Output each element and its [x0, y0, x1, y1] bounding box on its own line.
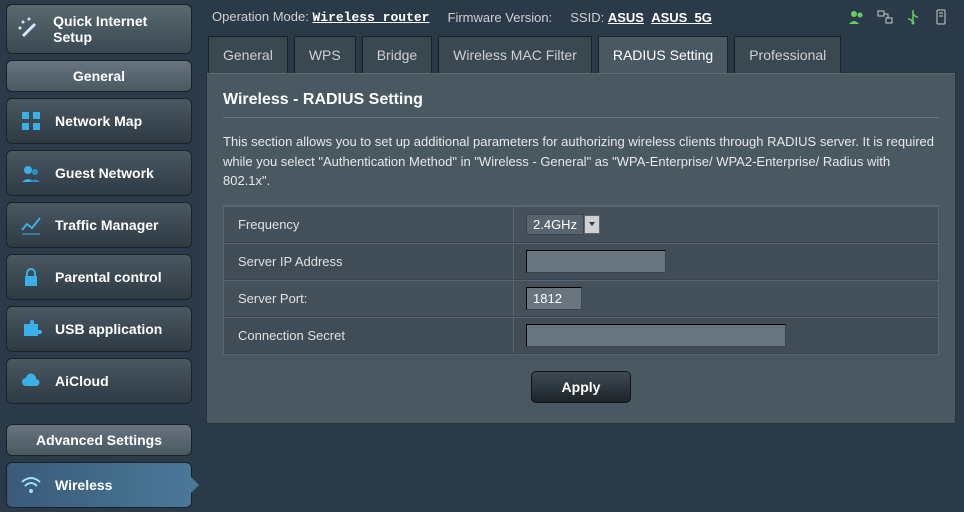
sidebar-item-label: Network Map — [55, 113, 142, 129]
ssid-label: SSID: — [570, 10, 604, 25]
sidebar-item-label: AiCloud — [55, 373, 109, 389]
sidebar-section-advanced: Advanced Settings — [6, 424, 192, 456]
quick-internet-setup-button[interactable]: Quick Internet Setup — [6, 4, 192, 54]
panel-title: Wireless - RADIUS Setting — [223, 91, 939, 118]
frequency-label: Frequency — [224, 207, 514, 242]
server-port-label: Server Port: — [224, 281, 514, 316]
firmware-label: Firmware Version: — [448, 10, 553, 25]
server-ip-input[interactable] — [526, 250, 666, 273]
wifi-icon — [19, 473, 43, 497]
server-port-input[interactable] — [526, 287, 582, 310]
sidebar-section-general: General — [6, 60, 192, 92]
apply-button[interactable]: Apply — [531, 371, 632, 403]
lock-icon — [19, 265, 43, 289]
puzzle-icon — [19, 317, 43, 341]
sidebar-item-label: Traffic Manager — [55, 217, 158, 233]
sidebar-item-parental-control[interactable]: Parental control — [6, 254, 192, 300]
top-status-bar: Operation Mode: Wireless router Firmware… — [206, 4, 956, 36]
network-status-icon[interactable] — [876, 8, 894, 26]
frequency-select[interactable]: 2.4GHz — [526, 214, 600, 235]
chevron-down-icon — [584, 215, 600, 234]
tab-mac-filter[interactable]: Wireless MAC Filter — [438, 36, 592, 73]
users-icon[interactable] — [848, 8, 866, 26]
sidebar-item-wireless[interactable]: Wireless — [6, 462, 192, 508]
sidebar-item-traffic-manager[interactable]: Traffic Manager — [6, 202, 192, 248]
device-icon[interactable] — [932, 8, 950, 26]
traffic-manager-icon — [19, 213, 43, 237]
usb-icon[interactable] — [904, 8, 922, 26]
sidebar-item-usb-application[interactable]: USB application — [6, 306, 192, 352]
op-mode-label: Operation Mode: — [212, 9, 309, 24]
sidebar-item-label: Wireless — [55, 477, 112, 493]
tab-radius-setting[interactable]: RADIUS Setting — [598, 36, 728, 73]
network-map-icon — [19, 109, 43, 133]
tab-bridge[interactable]: Bridge — [362, 36, 432, 73]
connection-secret-input[interactable] — [526, 324, 786, 347]
guest-network-icon — [19, 161, 43, 185]
sidebar-item-label: Guest Network — [55, 165, 154, 181]
ssid-1[interactable]: ASUS — [608, 10, 644, 25]
settings-panel: Wireless - RADIUS Setting This section a… — [206, 72, 956, 424]
ssid-2[interactable]: ASUS_5G — [651, 10, 712, 25]
panel-description: This section allows you to set up additi… — [223, 132, 939, 191]
tab-wps[interactable]: WPS — [294, 36, 356, 73]
sidebar-item-label: Parental control — [55, 269, 162, 285]
wand-icon — [17, 15, 43, 43]
frequency-value: 2.4GHz — [526, 214, 584, 235]
connection-secret-label: Connection Secret — [224, 318, 514, 353]
sidebar-item-aicloud[interactable]: AiCloud — [6, 358, 192, 404]
quick-setup-label: Quick Internet Setup — [53, 13, 181, 45]
tab-general[interactable]: General — [208, 36, 288, 73]
sidebar-item-label: USB application — [55, 321, 162, 337]
server-ip-label: Server IP Address — [224, 244, 514, 279]
sidebar-item-network-map[interactable]: Network Map — [6, 98, 192, 144]
tab-professional[interactable]: Professional — [734, 36, 841, 73]
op-mode-value[interactable]: Wireless router — [312, 10, 429, 25]
sidebar-item-guest-network[interactable]: Guest Network — [6, 150, 192, 196]
cloud-icon — [19, 369, 43, 393]
